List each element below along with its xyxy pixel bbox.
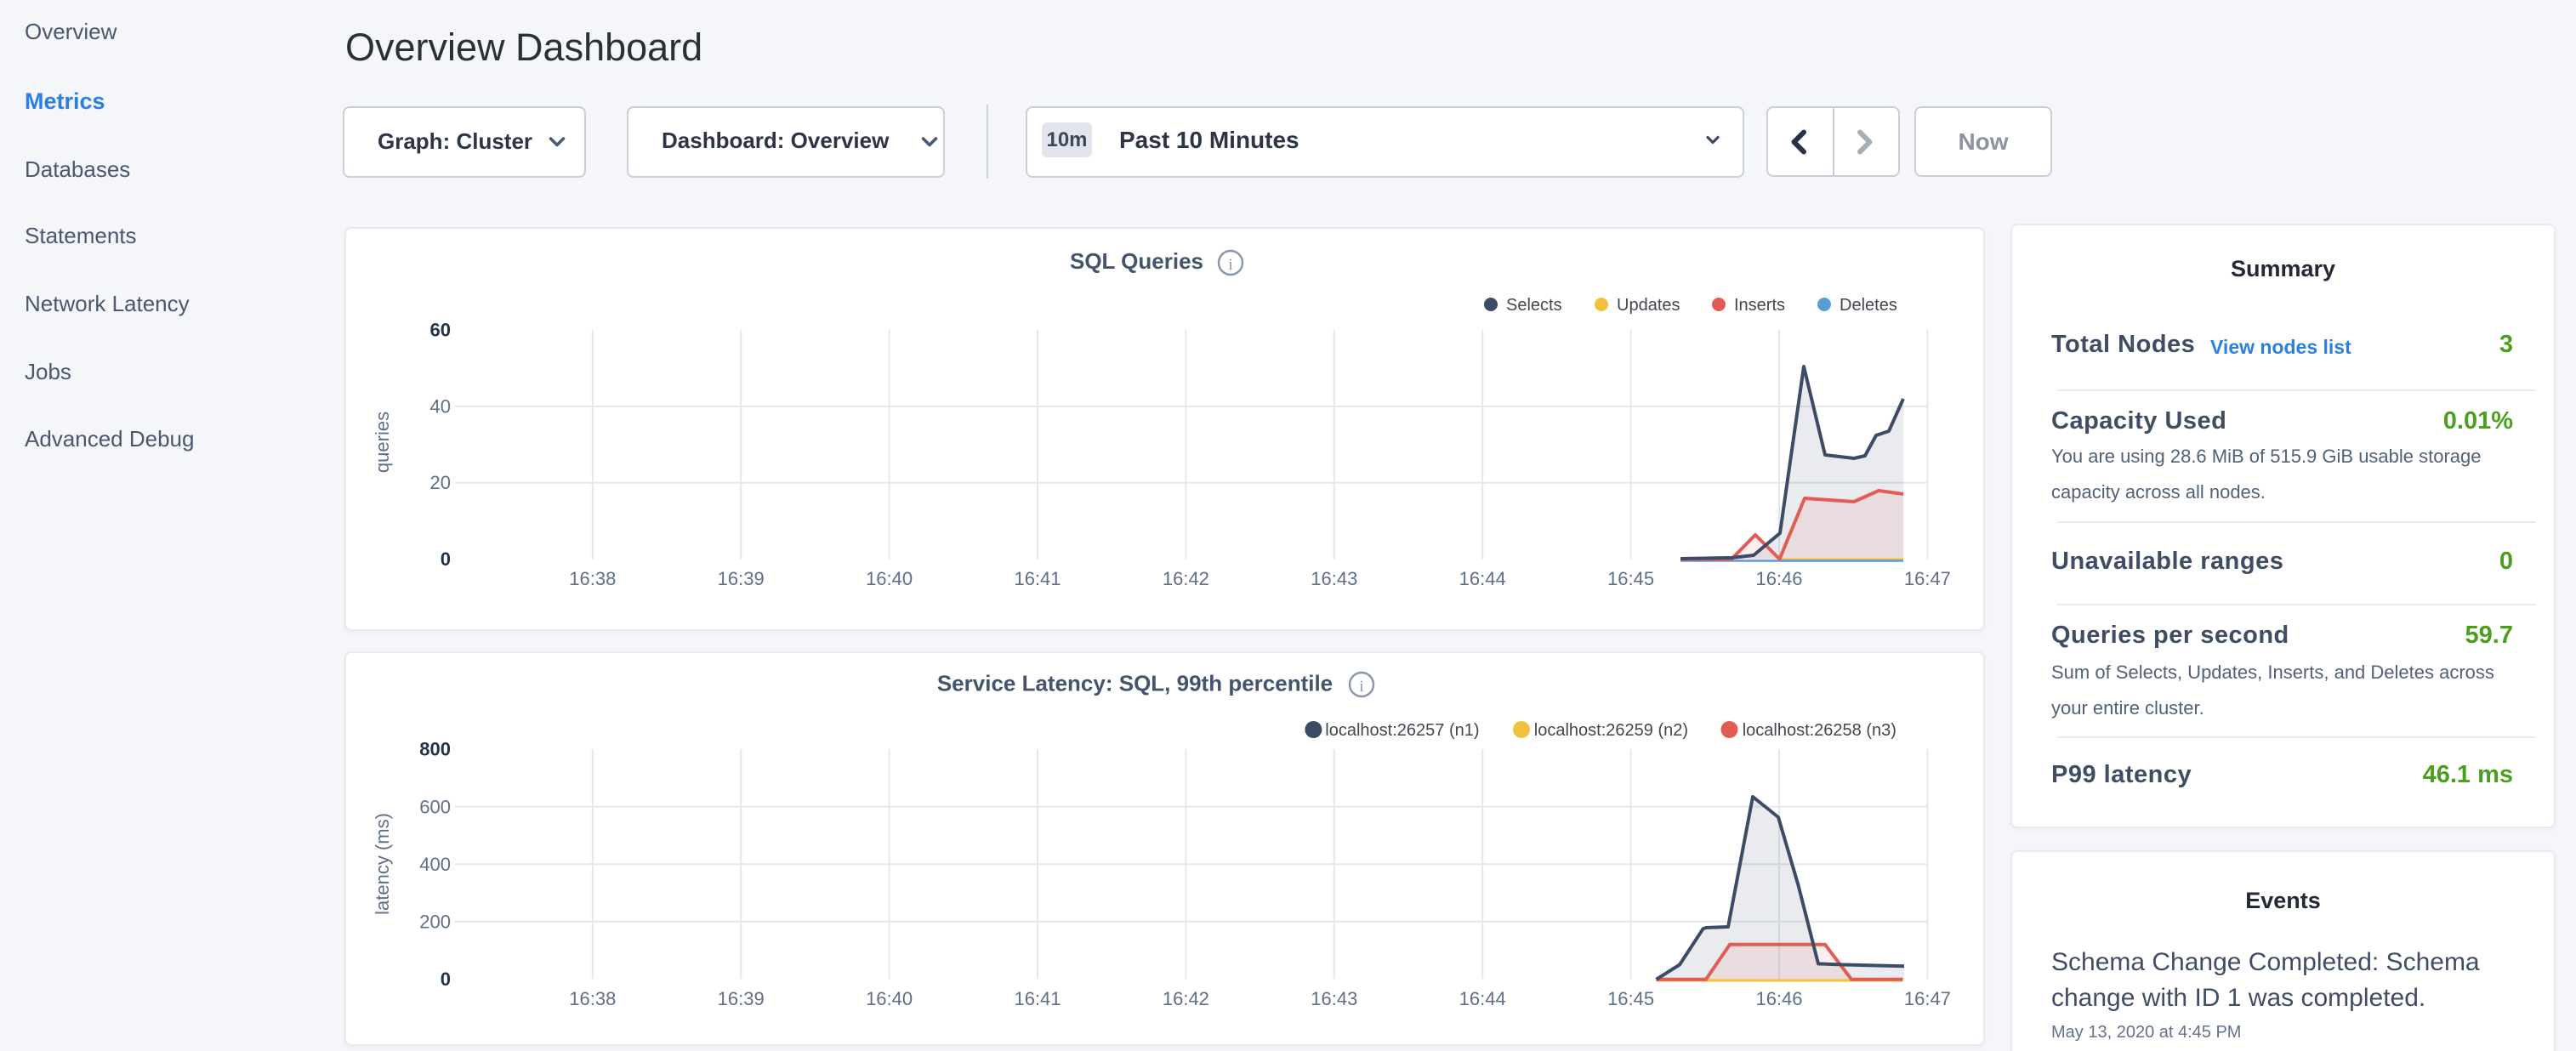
svg-text:SQL Queries: SQL Queries: [1070, 248, 1203, 274]
svg-text:600: 600: [419, 796, 451, 817]
svg-text:Inserts: Inserts: [1734, 296, 1785, 315]
svg-text:16:42: 16:42: [1163, 988, 1209, 1009]
svg-text:16:43: 16:43: [1311, 568, 1357, 589]
svg-text:i: i: [1359, 678, 1363, 696]
svg-text:400: 400: [419, 854, 451, 875]
svg-text:200: 200: [419, 911, 451, 932]
svg-text:queries: queries: [372, 412, 393, 473]
svg-text:16:38: 16:38: [569, 988, 616, 1009]
svg-text:latency (ms): latency (ms): [372, 813, 393, 915]
svg-text:16:40: 16:40: [866, 988, 913, 1009]
svg-text:16:39: 16:39: [718, 568, 765, 589]
svg-text:localhost:26258 (n3): localhost:26258 (n3): [1743, 721, 1896, 740]
svg-text:60: 60: [430, 320, 451, 341]
svg-text:localhost:26257 (n1): localhost:26257 (n1): [1325, 721, 1479, 740]
svg-text:16:40: 16:40: [866, 568, 913, 589]
svg-text:i: i: [1228, 256, 1232, 274]
svg-text:16:43: 16:43: [1311, 988, 1357, 1009]
svg-text:800: 800: [419, 739, 451, 760]
svg-text:16:47: 16:47: [1904, 568, 1951, 589]
svg-text:0: 0: [441, 969, 451, 990]
svg-text:Service Latency: SQL, 99th per: Service Latency: SQL, 99th percentile: [937, 671, 1333, 696]
svg-text:16:45: 16:45: [1607, 988, 1654, 1009]
svg-text:16:44: 16:44: [1459, 988, 1506, 1009]
svg-text:0: 0: [441, 548, 451, 570]
svg-text:16:42: 16:42: [1163, 568, 1209, 589]
svg-text:20: 20: [430, 472, 451, 493]
svg-text:16:38: 16:38: [569, 568, 616, 589]
svg-text:40: 40: [430, 395, 451, 417]
svg-text:16:46: 16:46: [1755, 988, 1802, 1009]
svg-text:Updates: Updates: [1617, 296, 1680, 315]
svg-text:16:44: 16:44: [1459, 568, 1506, 589]
svg-text:16:41: 16:41: [1014, 988, 1061, 1009]
svg-text:16:45: 16:45: [1607, 568, 1654, 589]
svg-text:16:39: 16:39: [718, 988, 765, 1009]
svg-text:Selects: Selects: [1506, 296, 1562, 315]
svg-text:16:41: 16:41: [1014, 568, 1061, 589]
svg-text:Deletes: Deletes: [1840, 296, 1897, 315]
svg-text:16:46: 16:46: [1755, 568, 1802, 589]
svg-text:localhost:26259 (n2): localhost:26259 (n2): [1534, 721, 1688, 740]
svg-text:16:47: 16:47: [1904, 988, 1951, 1009]
